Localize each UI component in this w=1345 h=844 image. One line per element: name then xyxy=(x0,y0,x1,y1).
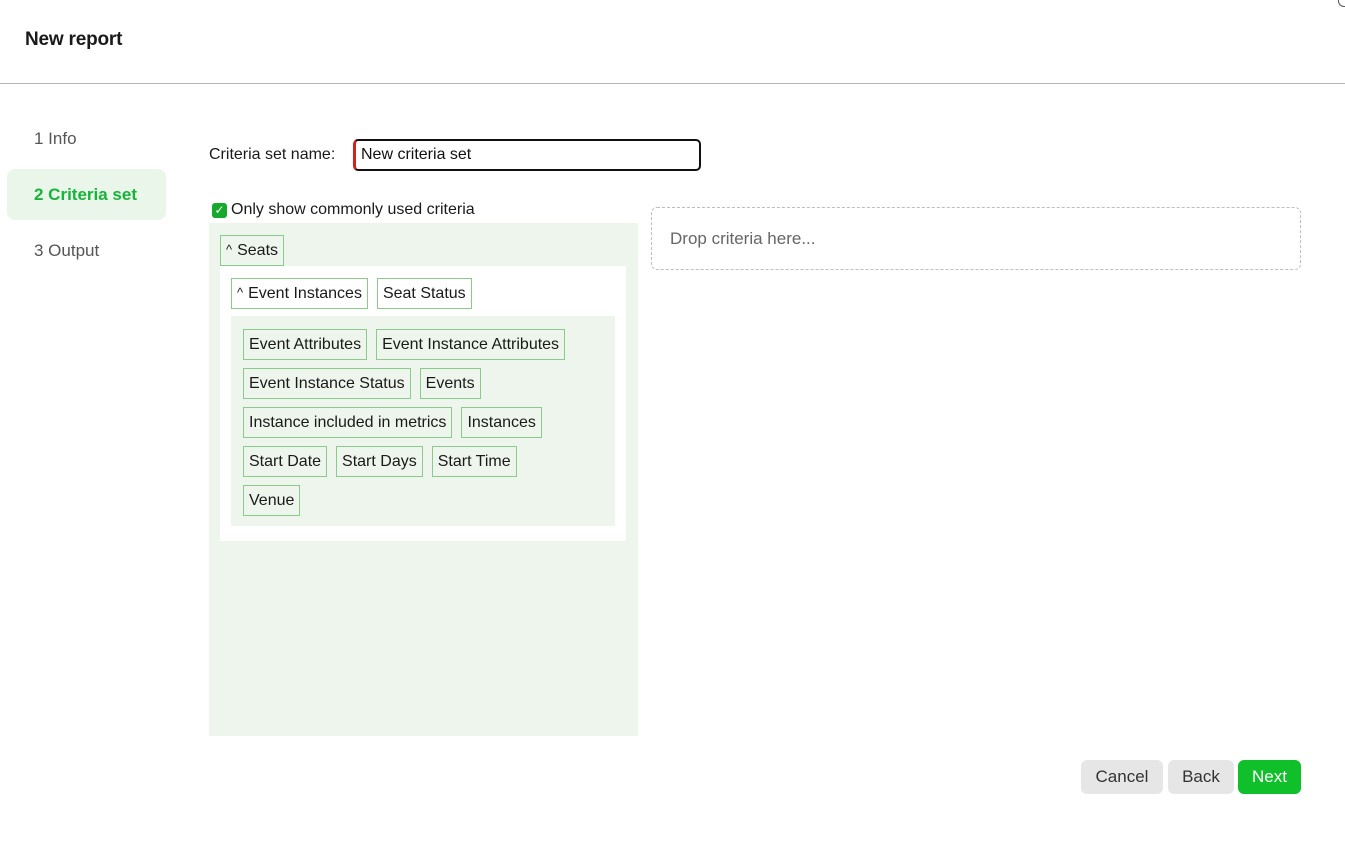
criteria-chip[interactable]: Instance included in metrics xyxy=(243,407,453,438)
leaf-row: Event Instance Status Events xyxy=(243,368,615,407)
dialog-header: New report xyxy=(0,0,1345,84)
criteria-chip[interactable]: Venue xyxy=(243,485,301,516)
dialog-title: New report xyxy=(25,29,123,50)
tree-node-label: Event Instances xyxy=(248,285,362,302)
criteria-name-label: Criteria set name: xyxy=(209,146,336,163)
criteria-chip[interactable]: Start Days xyxy=(336,446,423,477)
cancel-button[interactable]: Cancel xyxy=(1081,760,1163,794)
checkmark-icon[interactable]: ✓ xyxy=(212,202,227,218)
step-nav: 1 Info 2 Criteria set 3 Output xyxy=(7,113,166,281)
step-output[interactable]: 3 Output xyxy=(7,225,166,276)
criteria-chip[interactable]: Events xyxy=(419,368,481,399)
leaf-row: Venue xyxy=(243,485,615,524)
back-button[interactable]: Back xyxy=(1168,760,1234,794)
seats-children: ^ Event Instances Seat Status Event Attrib… xyxy=(220,266,626,541)
common-criteria-toggle[interactable]: ✓ Only show commonly used criteria xyxy=(212,201,475,219)
criteria-name-input[interactable] xyxy=(353,139,701,171)
corner-decoration xyxy=(1338,0,1345,7)
next-button[interactable]: Next xyxy=(1238,760,1301,794)
leaf-criteria-list: Event Attributes Event Instance Attribute… xyxy=(243,329,615,524)
criteria-chip[interactable]: Event Attributes xyxy=(243,329,368,360)
criteria-chip[interactable]: Event Instance Status xyxy=(243,368,411,399)
tree-node-seats[interactable]: ^ Seats xyxy=(220,235,285,266)
event-instances-children: Event Attributes Event Instance Attribute… xyxy=(231,316,615,526)
step-info[interactable]: 1 Info xyxy=(7,113,166,164)
level2-row: ^ Event Instances Seat Status xyxy=(231,278,481,309)
criteria-tree-panel: ^ Seats ^ Event Instances Seat Status Event… xyxy=(209,223,638,736)
tree-node-label: Seats xyxy=(237,242,279,259)
tree-node-event-instances[interactable]: ^ Event Instances xyxy=(231,278,368,309)
criteria-drop-zone[interactable]: Drop criteria here... xyxy=(651,207,1301,270)
tree-node-seat-status[interactable]: Seat Status xyxy=(376,278,472,309)
criteria-chip[interactable]: Event Instance Attributes xyxy=(376,329,566,360)
criteria-chip[interactable]: Instances xyxy=(461,407,542,438)
leaf-row: Instance included in metrics Instances xyxy=(243,407,615,446)
chevron-up-icon: ^ xyxy=(226,242,233,257)
step-criteria-set[interactable]: 2 Criteria set xyxy=(7,169,166,220)
chevron-up-icon: ^ xyxy=(237,285,244,300)
leaf-row: Event Attributes Event Instance Attribute… xyxy=(243,329,615,368)
criteria-chip[interactable]: Start Date xyxy=(243,446,328,477)
leaf-row: Start Date Start Days Start Time xyxy=(243,446,615,485)
common-criteria-label: Only show commonly used criteria xyxy=(231,201,475,218)
criteria-chip[interactable]: Start Time xyxy=(431,446,517,477)
